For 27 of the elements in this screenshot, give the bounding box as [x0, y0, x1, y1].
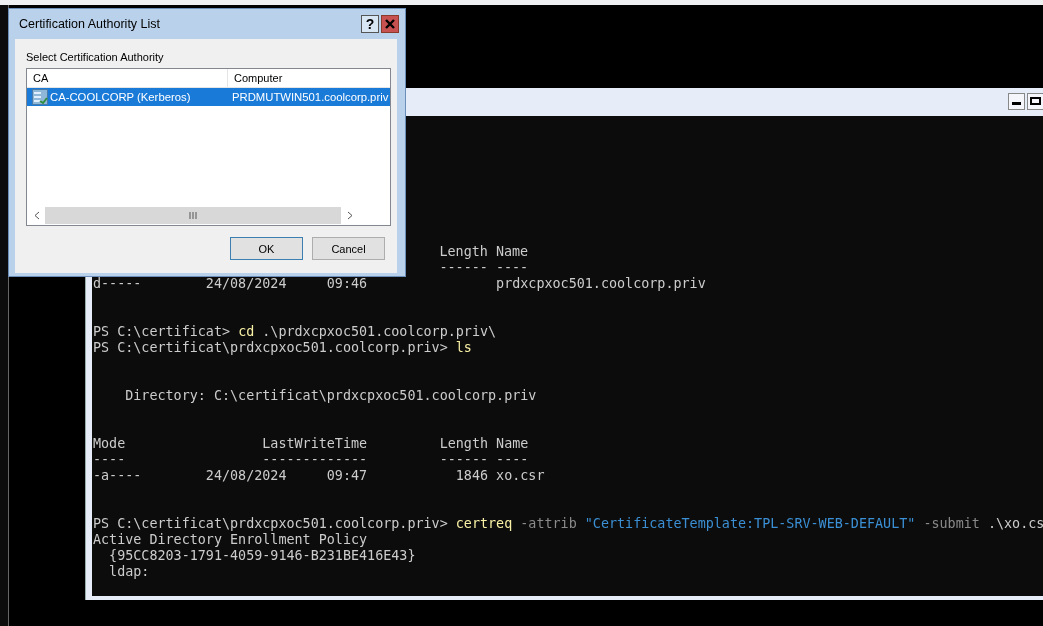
server-icon [32, 89, 48, 105]
column-header[interactable]: Computer [228, 69, 390, 87]
help-button[interactable]: ? [361, 15, 379, 33]
console-line: -a---- 24/08/2024 09:47 1846 xo.csr [93, 468, 545, 484]
cancel-button[interactable]: Cancel [312, 237, 385, 260]
console-line: Mode LastWriteTime Length Name [93, 436, 529, 452]
console-line: ------ ---- [439, 260, 529, 276]
ok-button[interactable]: OK [230, 237, 303, 260]
console-line: Directory: C:\certificat\prdxcpxoc501.coolcorp.priv [124, 388, 537, 404]
scroll-thumb[interactable] [45, 207, 341, 224]
console-line: ldap: [108, 564, 150, 580]
list-row[interactable]: CA-COOLCORP (Kerberos) PRDMUTWIN501.coolcorp.priv [27, 88, 390, 106]
console-line: PS C:\certificat\prdxcpxoc501.coolcorp.priv> certreq -attrib "CertificateTemplate:TPL-SRV-WEB-DEFAULT" -submit .\xo.cs [93, 516, 1043, 532]
console-line: Active Directory Enrollment Policy [93, 532, 368, 548]
close-button[interactable] [381, 15, 399, 33]
console-line: PS C:\certificat\prdxcpxoc501.coolcorp.priv> ls [93, 340, 472, 356]
column-header[interactable]: CA [27, 69, 228, 87]
prompt-label: Select Certification Authority [26, 51, 164, 63]
console-line: {95CC8203-1791-4059-9146-B231BE416E43} [108, 548, 416, 564]
console-line: Length Name [439, 244, 529, 260]
dialog-title: Certification Authority List [19, 17, 162, 31]
console-line: ---- ------------- ------ ---- [93, 452, 529, 468]
minimize-button[interactable] [1008, 92, 1025, 110]
console-line: PS C:\certificat> cd .\prdxcpxoc501.coolcorp.priv\ [93, 324, 497, 340]
maximize-button[interactable] [1027, 92, 1043, 110]
close-icon [385, 19, 395, 29]
console-line: d----- 24/08/2024 09:46 prdxcpxoc501.coolcorp.priv [93, 276, 706, 292]
